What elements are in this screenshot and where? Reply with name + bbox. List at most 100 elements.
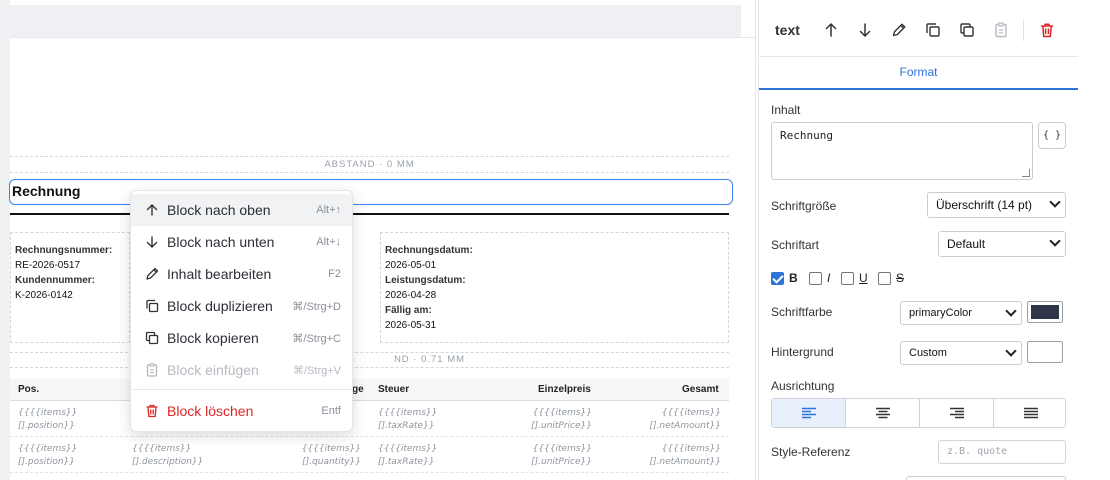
menu-item-label: Block nach unten <box>167 234 275 250</box>
align-left-icon <box>802 407 816 419</box>
font-color-swatch[interactable] <box>1027 301 1063 323</box>
col-unit-header: Einzelpreis <box>538 384 591 395</box>
spacer-block[interactable]: ND · 0.71 MM <box>10 352 729 368</box>
menu-item-move-up[interactable]: Block nach oben Alt+↑ <box>131 194 352 226</box>
cell-tax: {{{{items}} [].taxRate}} <box>378 408 438 431</box>
properties-panel: text Format Inhalt Rechnung { } Schriftg… <box>757 0 1110 480</box>
strikethrough-toggle[interactable]: S <box>878 271 908 287</box>
clipboard-icon <box>146 363 158 377</box>
chevron-down-icon <box>1005 305 1017 317</box>
info-value: K-2026-0142 <box>15 290 73 301</box>
edit-icon[interactable] <box>890 21 908 39</box>
delete-icon[interactable] <box>1038 21 1056 39</box>
menu-item-label: Block duplizieren <box>167 298 273 314</box>
spacer-block[interactable]: ABSTAND · 0 MM <box>10 156 729 173</box>
table-row[interactable]: {{{{items}} [].position}} {{{{items}} [].t… <box>10 403 729 437</box>
move-up-icon[interactable] <box>822 21 840 39</box>
info-label: Rechnungsnummer: <box>15 245 113 256</box>
checkbox[interactable] <box>809 272 822 285</box>
checkbox[interactable] <box>878 272 891 285</box>
italic-toggle[interactable]: I <box>809 271 839 287</box>
checkbox-checked[interactable] <box>771 272 784 285</box>
menu-item-label: Block nach oben <box>167 202 271 218</box>
items-table-header[interactable]: Pos. ge Steuer Einzelpreis Gesamt <box>10 379 729 401</box>
underline-toggle[interactable]: U <box>841 271 871 287</box>
selected-text-block[interactable]: Rechnung <box>9 179 733 205</box>
duplicate-icon[interactable] <box>924 21 942 39</box>
font-size-select[interactable]: Überschrift (14 pt) <box>927 192 1066 218</box>
font-size-label: Schriftgröße <box>771 199 837 213</box>
align-center-icon <box>876 407 890 419</box>
background-select[interactable]: Custom <box>900 341 1022 365</box>
alignment-group <box>771 398 1066 428</box>
menu-item-shortcut: Alt+↓ <box>316 236 341 248</box>
cell-unit: {{{{items}} [].unitPrice}} <box>531 444 592 467</box>
tab-format[interactable]: Format <box>759 57 1078 89</box>
move-down-icon[interactable] <box>856 21 874 39</box>
spacer-label: ND · 0.71 MM <box>393 354 466 365</box>
resize-handle[interactable] <box>1022 169 1030 177</box>
menu-item-shortcut: Entf <box>321 405 341 417</box>
background-label: Hintergrund <box>771 345 834 359</box>
font-family-value: Default <box>947 237 986 251</box>
align-center-button[interactable] <box>846 399 920 427</box>
canvas-edge <box>755 0 756 480</box>
menu-item-copy[interactable]: Block kopieren ⌘/Strg+C <box>131 322 352 354</box>
invoice-info-right[interactable]: Rechnungsdatum: 2026-05-01 Leistungsdatu… <box>380 232 729 343</box>
font-family-select[interactable]: Default <box>938 231 1066 257</box>
chevron-down-icon <box>1049 196 1061 208</box>
align-right-icon <box>950 407 964 419</box>
checkbox[interactable] <box>841 272 854 285</box>
duplicate-icon <box>146 299 159 313</box>
paste-icon[interactable] <box>992 21 1010 39</box>
col-pos-header: Pos. <box>18 384 40 395</box>
info-label: Fällig am: <box>385 305 432 316</box>
menu-separator <box>131 389 352 390</box>
font-color-value: primaryColor <box>909 307 972 319</box>
background-color-swatch[interactable] <box>1027 341 1063 363</box>
menu-item-shortcut: ⌘/Strg+V <box>293 365 341 377</box>
menu-item-label: Inhalt bearbeiten <box>167 266 272 282</box>
pencil-icon <box>146 267 159 280</box>
cell-pos: {{{{items}} [].position}} <box>18 408 78 431</box>
document-canvas[interactable]: ABSTAND · 0 MM Rechnung Rechnungsnummer:… <box>0 0 757 480</box>
table-row[interactable]: {{{{items}} [].position}} {{{{items}} [].d… <box>10 439 729 473</box>
cell-pos: {{{{items}} [].position}} <box>18 444 78 467</box>
style-reference-placeholder: z.B. quote <box>947 446 1008 457</box>
menu-item-shortcut: Alt+↑ <box>316 204 341 216</box>
menu-item-move-down[interactable]: Block nach unten Alt+↓ <box>131 226 352 258</box>
align-justify-button[interactable] <box>994 399 1065 427</box>
menu-item-duplicate[interactable]: Block duplizieren ⌘/Strg+D <box>131 290 352 322</box>
background-value: Custom <box>909 347 947 359</box>
info-label: Leistungsdatum: <box>385 275 466 286</box>
color-preview <box>1031 345 1059 359</box>
menu-item-edit-content[interactable]: Inhalt bearbeiten F2 <box>131 258 352 290</box>
copy-icon <box>145 331 159 345</box>
bold-toggle[interactable]: B <box>771 271 803 287</box>
invoice-info-left[interactable]: Rechnungsnummer: RE-2026-0517 Kundennumm… <box>10 232 130 343</box>
font-color-label: Schriftfarbe <box>771 305 833 319</box>
insert-variable-button[interactable]: { } <box>1038 122 1066 149</box>
canvas-gutter <box>0 0 10 480</box>
editor-root: ABSTAND · 0 MM Rechnung Rechnungsnummer:… <box>0 0 1110 480</box>
menu-item-delete[interactable]: Block löschen Entf <box>131 395 352 427</box>
info-label: Rechnungsdatum: <box>385 245 473 256</box>
font-color-select[interactable]: primaryColor <box>900 301 1022 325</box>
style-reference-input[interactable]: z.B. quote <box>938 440 1066 464</box>
info-value: 2026-05-01 <box>385 260 437 271</box>
strikethrough-label: S <box>896 271 905 285</box>
copy-icon[interactable] <box>958 21 976 39</box>
align-left-button[interactable] <box>772 399 846 427</box>
content-textarea[interactable]: Rechnung <box>771 122 1033 180</box>
block-toolbar: text <box>759 6 1077 54</box>
menu-item-paste[interactable]: Block einfügen ⌘/Strg+V <box>131 354 352 386</box>
chevron-down-icon <box>1049 235 1061 247</box>
arrow-up-icon <box>146 204 158 216</box>
info-value: RE-2026-0517 <box>15 260 81 271</box>
partial-select[interactable] <box>906 476 1066 480</box>
cell-unit: {{{{items}} [].unitPrice}} <box>531 408 592 431</box>
cell-description: {{{{items}} [].description}} <box>132 444 204 467</box>
align-right-button[interactable] <box>920 399 994 427</box>
menu-item-shortcut: ⌘/Strg+D <box>292 301 341 313</box>
color-preview <box>1031 305 1059 319</box>
